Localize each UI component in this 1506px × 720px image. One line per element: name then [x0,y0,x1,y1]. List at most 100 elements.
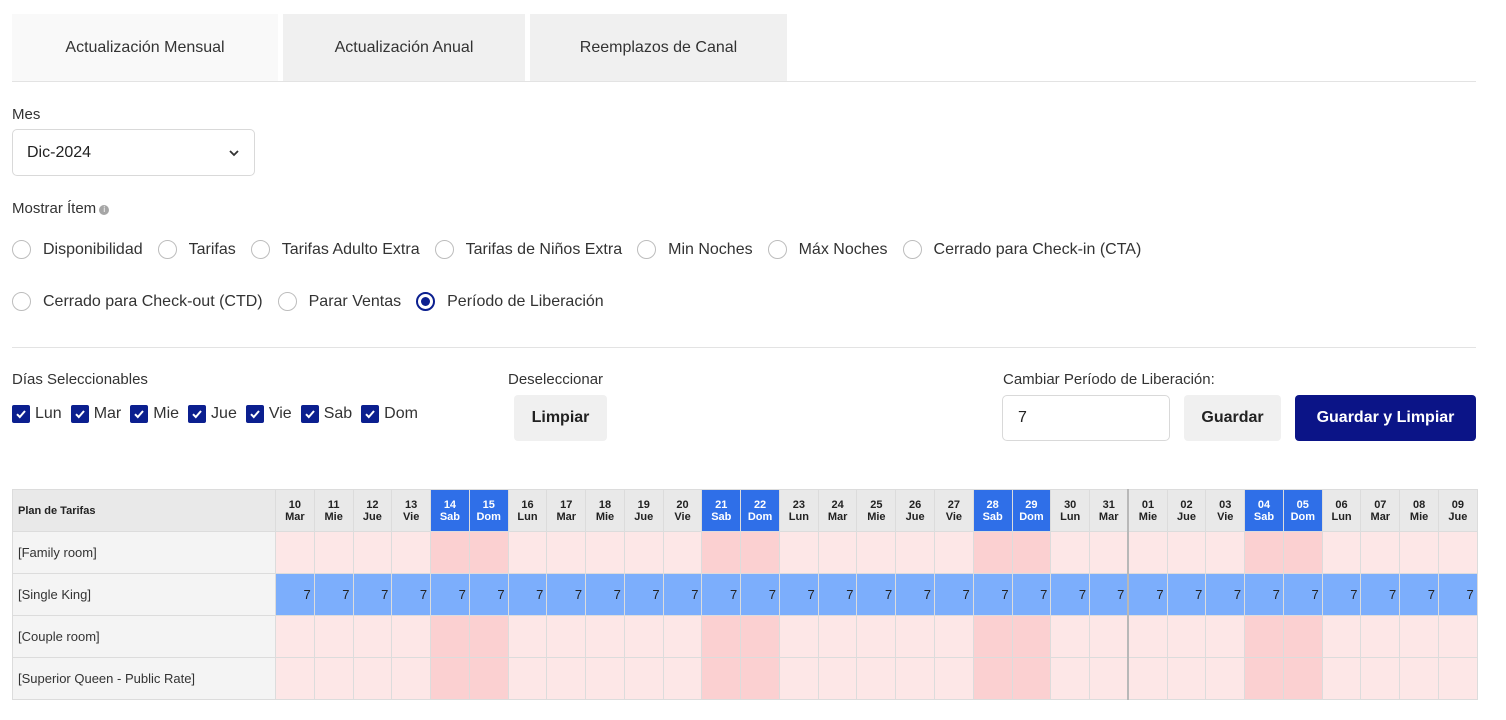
grid-cell[interactable] [352,531,393,574]
grid-cell[interactable]: 7 [662,573,703,616]
radio-max-nights[interactable]: Máx Noches [767,240,888,259]
radio-cta[interactable]: Cerrado para Check-in (CTA) [902,240,1141,259]
grid-cell[interactable] [1089,657,1129,700]
radio-release-period[interactable]: Período de Liberación [416,292,604,311]
grid-cell[interactable] [972,615,1013,658]
date-header[interactable]: 03 Vie [1205,489,1246,532]
grid-cell[interactable] [1089,531,1129,574]
date-header[interactable]: 17 Mar [546,489,587,532]
grid-cell[interactable] [1399,615,1439,658]
grid-cell[interactable]: 7 [1360,573,1401,616]
grid-cell[interactable]: 7 [1205,573,1246,616]
grid-cell[interactable] [1282,615,1323,658]
date-header[interactable]: 08 Mie [1399,489,1439,532]
grid-cell[interactable] [468,657,509,700]
grid-cell[interactable] [740,615,780,658]
checkbox-checked-icon[interactable] [12,405,30,423]
radio-circle-checked[interactable] [416,292,436,311]
grid-cell[interactable] [856,531,897,574]
checkbox-checked-icon[interactable] [361,405,380,423]
radio-circle[interactable] [157,240,177,259]
grid-cell[interactable] [740,657,780,700]
grid-cell[interactable] [275,531,315,574]
date-header[interactable]: 16 Lun [507,489,548,532]
grid-cell[interactable]: 7 [507,573,548,616]
day-checkbox-fri[interactable]: Vie [245,405,292,423]
date-header[interactable]: 11 Mie [313,489,354,532]
save-button[interactable]: Guardar [1184,395,1281,441]
grid-cell[interactable] [430,657,470,700]
day-checkbox-wed[interactable]: Mie [130,405,179,423]
grid-cell[interactable]: 7 [1437,573,1478,616]
grid-cell[interactable] [468,531,509,574]
date-header[interactable]: 26 Jue [895,489,936,532]
grid-cell[interactable] [546,531,587,574]
date-header[interactable]: 20 Vie [662,489,703,532]
grid-cell[interactable]: 7 [817,573,858,616]
grid-cell[interactable]: 7 [740,573,780,616]
date-header[interactable]: 29 Dom [1011,489,1052,532]
grid-cell[interactable]: 7 [352,573,393,616]
grid-cell[interactable] [623,531,664,574]
date-header[interactable]: 12 Jue [352,489,393,532]
grid-cell[interactable] [1399,657,1439,700]
grid-cell[interactable] [778,615,819,658]
grid-cell[interactable] [778,531,819,574]
radio-ctd[interactable]: Cerrado para Check-out (CTD) [12,292,263,311]
grid-cell[interactable] [275,657,315,700]
grid-cell[interactable] [1282,531,1323,574]
radio-circle[interactable] [250,240,270,259]
date-header[interactable]: 07 Mar [1360,489,1401,532]
grid-cell[interactable] [313,615,354,658]
grid-cell[interactable] [662,657,703,700]
radio-circle[interactable] [767,240,787,259]
grid-cell[interactable] [1282,657,1323,700]
date-header[interactable]: 23 Lun [778,489,819,532]
radio-extra-adult-rates[interactable]: Tarifas Adulto Extra [250,240,420,259]
grid-cell[interactable] [972,531,1013,574]
grid-cell[interactable] [391,657,432,700]
grid-cell[interactable] [1244,531,1284,574]
grid-cell[interactable] [895,657,936,700]
grid-cell[interactable] [507,615,548,658]
grid-cell[interactable]: 7 [430,573,470,616]
grid-cell[interactable]: 7 [972,573,1013,616]
info-icon[interactable]: i [99,205,110,215]
grid-cell[interactable] [1050,615,1091,658]
radio-rates[interactable]: Tarifas [157,240,236,259]
grid-cell[interactable]: 7 [1050,573,1091,616]
day-checkbox-mon[interactable]: Lun [12,405,62,423]
day-checkbox-sun[interactable]: Dom [361,405,418,423]
grid-cell[interactable] [507,531,548,574]
grid-cell[interactable] [1011,531,1052,574]
checkbox-checked-icon[interactable] [245,405,264,423]
tab-monthly-update[interactable]: Actualización Mensual [12,14,278,81]
grid-cell[interactable]: 7 [623,573,664,616]
grid-cell[interactable] [934,657,974,700]
grid-cell[interactable] [817,531,858,574]
grid-cell[interactable] [313,531,354,574]
date-header[interactable]: 22 Dom [740,489,780,532]
grid-cell[interactable] [817,657,858,700]
grid-cell[interactable] [1437,531,1478,574]
grid-cell[interactable] [1360,531,1401,574]
date-header[interactable]: 01 Mie [1127,489,1168,532]
date-header[interactable]: 04 Sab [1244,489,1284,532]
grid-cell[interactable] [1437,615,1478,658]
grid-cell[interactable]: 7 [1127,573,1168,616]
radio-circle[interactable] [902,240,922,259]
grid-cell[interactable] [623,615,664,658]
grid-cell[interactable] [972,657,1013,700]
grid-cell[interactable] [701,531,742,574]
grid-cell[interactable] [1321,657,1362,700]
month-select[interactable]: Dic-2024 [12,129,255,176]
tab-channel-overrides[interactable]: Reemplazos de Canal [530,14,787,81]
grid-cell[interactable] [1011,615,1052,658]
radio-circle[interactable] [277,292,297,311]
date-header[interactable]: 18 Mie [585,489,625,532]
grid-cell[interactable]: 7 [275,573,315,616]
date-header[interactable]: 14 Sab [430,489,470,532]
grid-cell[interactable] [856,615,897,658]
date-header[interactable]: 10 Mar [275,489,315,532]
grid-cell[interactable] [1399,531,1439,574]
